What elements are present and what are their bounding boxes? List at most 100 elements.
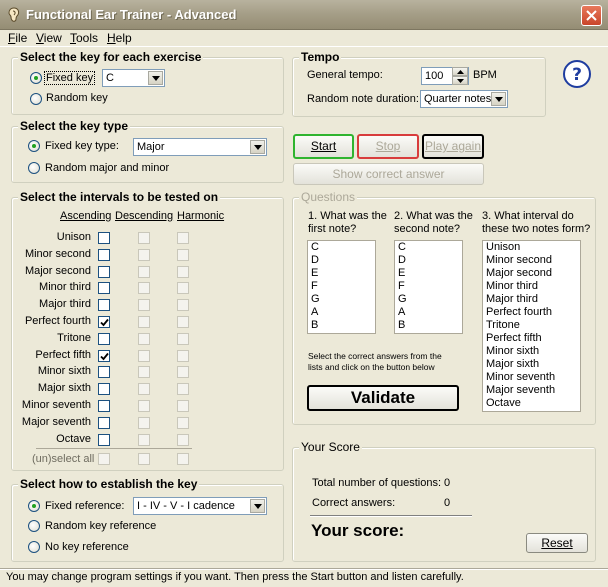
interval-ascending-checkbox[interactable] (98, 232, 110, 244)
fixed-reference-radio[interactable] (28, 500, 40, 512)
interval-descending-checkbox[interactable] (138, 232, 150, 244)
no-reference-radio[interactable] (28, 541, 40, 553)
first-note-list[interactable]: CDEFGAB (307, 240, 376, 334)
interval-harmonic-checkbox[interactable] (177, 249, 189, 261)
fixed-key-radio[interactable] (30, 72, 42, 84)
show-answer-button[interactable]: Show correct answer (293, 163, 484, 185)
list-item[interactable]: E (308, 267, 375, 280)
interval-ascending-checkbox[interactable] (98, 366, 110, 378)
unselect-all-harmonic-checkbox[interactable] (177, 453, 189, 465)
reset-button[interactable]: Reset (526, 533, 588, 553)
list-item[interactable]: Major third (483, 293, 580, 306)
unselect-all-ascending-checkbox[interactable] (98, 453, 110, 465)
interval-descending-checkbox[interactable] (138, 383, 150, 395)
interval-descending-checkbox[interactable] (138, 417, 150, 429)
list-item[interactable]: E (395, 267, 462, 280)
list-item[interactable]: D (308, 254, 375, 267)
interval-descending-checkbox[interactable] (138, 316, 150, 328)
interval-ascending-checkbox[interactable] (98, 434, 110, 446)
title-bar[interactable]: Functional Ear Trainer - Advanced (0, 0, 608, 30)
menu-view[interactable]: View (36, 31, 62, 45)
menu-help[interactable]: Help (107, 31, 132, 45)
interval-descending-checkbox[interactable] (138, 333, 150, 345)
interval-ascending-checkbox[interactable] (98, 299, 110, 311)
interval-ascending-checkbox[interactable] (98, 350, 110, 362)
interval-descending-checkbox[interactable] (138, 299, 150, 311)
intervals-group-title: Select the intervals to be tested on (18, 190, 221, 204)
interval-harmonic-checkbox[interactable] (177, 316, 189, 328)
list-item[interactable]: G (308, 293, 375, 306)
list-item[interactable]: Perfect fourth (483, 306, 580, 319)
interval-harmonic-checkbox[interactable] (177, 434, 189, 446)
interval-descending-checkbox[interactable] (138, 249, 150, 261)
interval-harmonic-checkbox[interactable] (177, 299, 189, 311)
interval-harmonic-checkbox[interactable] (177, 350, 189, 362)
interval-label: Octave (56, 433, 91, 445)
menu-file[interactable]: File (8, 31, 27, 45)
list-item[interactable]: F (395, 280, 462, 293)
list-item[interactable]: D (395, 254, 462, 267)
list-item[interactable]: Minor second (483, 254, 580, 267)
tempo-down-button[interactable] (452, 76, 468, 85)
interval-harmonic-checkbox[interactable] (177, 400, 189, 412)
list-item[interactable]: Octave (483, 397, 580, 410)
interval-descending-checkbox[interactable] (138, 282, 150, 294)
interval-ascending-checkbox[interactable] (98, 333, 110, 345)
random-reference-radio[interactable] (28, 520, 40, 532)
close-button[interactable] (581, 5, 602, 26)
list-item[interactable]: Tritone (483, 319, 580, 332)
tempo-up-button[interactable] (452, 67, 468, 76)
key-type-select[interactable]: Major (133, 138, 267, 156)
reference-select[interactable]: I - IV - V - I cadence (133, 497, 267, 515)
list-item[interactable]: Minor seventh (483, 371, 580, 384)
list-item[interactable]: C (395, 241, 462, 254)
interval-descending-checkbox[interactable] (138, 366, 150, 378)
list-item[interactable]: Major sixth (483, 358, 580, 371)
list-item[interactable]: C (308, 241, 375, 254)
help-icon[interactable]: ? (562, 59, 592, 89)
play-again-button[interactable]: Play again (422, 134, 484, 159)
interval-harmonic-checkbox[interactable] (177, 282, 189, 294)
interval-ascending-checkbox[interactable] (98, 417, 110, 429)
interval-answer-list[interactable]: Unison Minor second Major second Minor thir… (482, 240, 581, 412)
note-duration-select[interactable]: Quarter notes (420, 90, 508, 108)
list-item[interactable]: B (308, 319, 375, 332)
interval-ascending-checkbox[interactable] (98, 316, 110, 328)
random-key-type-radio[interactable] (28, 162, 40, 174)
interval-harmonic-checkbox[interactable] (177, 366, 189, 378)
interval-descending-checkbox[interactable] (138, 434, 150, 446)
interval-descending-checkbox[interactable] (138, 350, 150, 362)
second-note-list[interactable]: CDEFGAB (394, 240, 463, 334)
interval-ascending-checkbox[interactable] (98, 383, 110, 395)
list-item[interactable]: Major seventh (483, 384, 580, 397)
list-item[interactable]: Perfect fifth (483, 332, 580, 345)
interval-harmonic-checkbox[interactable] (177, 333, 189, 345)
interval-ascending-checkbox[interactable] (98, 282, 110, 294)
list-item[interactable]: A (395, 306, 462, 319)
interval-harmonic-checkbox[interactable] (177, 266, 189, 278)
list-item[interactable]: G (395, 293, 462, 306)
start-button[interactable]: Start (293, 134, 354, 159)
random-key-radio[interactable] (30, 93, 42, 105)
list-item[interactable]: Unison (483, 241, 580, 254)
unselect-all-descending-checkbox[interactable] (138, 453, 150, 465)
interval-ascending-checkbox[interactable] (98, 400, 110, 412)
list-item[interactable]: Minor third (483, 280, 580, 293)
fixed-key-select[interactable]: C (102, 69, 165, 87)
list-item[interactable]: Major second (483, 267, 580, 280)
list-item[interactable]: Minor sixth (483, 345, 580, 358)
validate-button[interactable]: Validate (307, 385, 459, 411)
interval-harmonic-checkbox[interactable] (177, 232, 189, 244)
interval-ascending-checkbox[interactable] (98, 249, 110, 261)
interval-descending-checkbox[interactable] (138, 400, 150, 412)
interval-harmonic-checkbox[interactable] (177, 383, 189, 395)
list-item[interactable]: B (395, 319, 462, 332)
list-item[interactable]: A (308, 306, 375, 319)
menu-tools[interactable]: Tools (70, 31, 98, 45)
list-item[interactable]: F (308, 280, 375, 293)
interval-harmonic-checkbox[interactable] (177, 417, 189, 429)
fixed-key-type-radio[interactable] (28, 140, 40, 152)
stop-button[interactable]: Stop (357, 134, 419, 159)
interval-ascending-checkbox[interactable] (98, 266, 110, 278)
interval-descending-checkbox[interactable] (138, 266, 150, 278)
